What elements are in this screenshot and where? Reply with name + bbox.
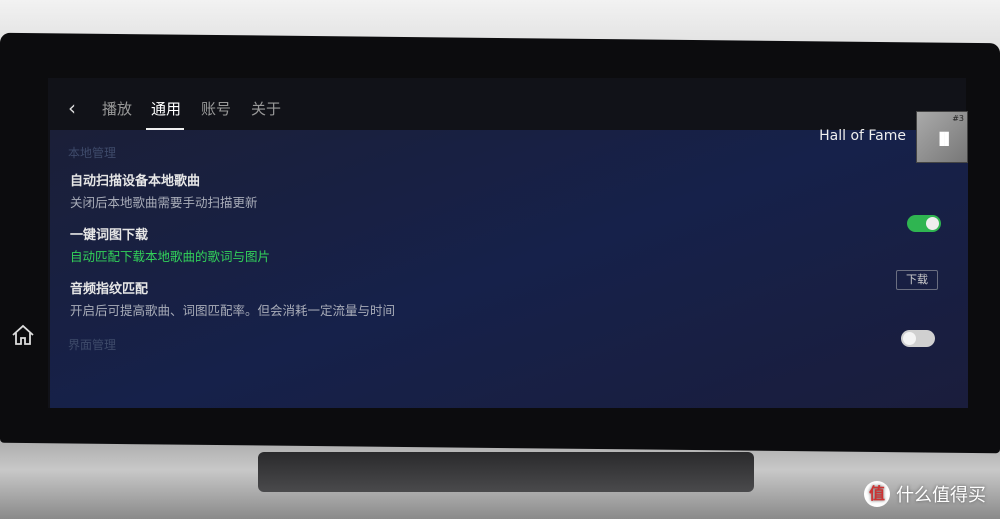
- equalizer-icon: ▐▌: [935, 132, 954, 146]
- setting-lyrics-download-title: 一键词图下载: [70, 228, 149, 243]
- section-local-management: 本地管理: [68, 146, 117, 160]
- watermark-logo: 值: [864, 481, 890, 507]
- chevron-left-icon[interactable]: ‹: [68, 96, 76, 120]
- audio-fingerprint-toggle[interactable]: [901, 330, 935, 347]
- setting-lyrics-download-subtitle: 自动匹配下载本地歌曲的歌词与图片: [70, 249, 271, 264]
- top-bar: ‹ 播放 通用 账号 关于: [48, 78, 966, 133]
- display-stand: [258, 452, 754, 492]
- setting-audio-fingerprint-title: 音频指纹匹配: [70, 282, 149, 297]
- section-ui-management: 界面管理: [68, 338, 117, 352]
- tab-general[interactable]: 通用: [151, 98, 181, 119]
- watermark-text: 什么值得买: [896, 485, 986, 506]
- settings-panel: 本地管理 自动扫描设备本地歌曲 关闭后本地歌曲需要手动扫描更新 一键词图下载 自…: [50, 130, 968, 408]
- auto-scan-toggle[interactable]: [907, 215, 941, 232]
- setting-auto-scan-subtitle: 关闭后本地歌曲需要手动扫描更新: [70, 195, 258, 210]
- setting-auto-scan-title: 自动扫描设备本地歌曲: [70, 174, 201, 189]
- download-button[interactable]: 下载: [896, 270, 938, 290]
- album-cover[interactable]: #3 ▐▌: [916, 111, 968, 163]
- infotainment-screen: ‹ 播放 通用 账号 关于 本地管理 自动扫描设备本地歌曲 关闭后本地歌曲需要手…: [48, 78, 968, 408]
- toggle-knob: [903, 332, 916, 345]
- tab-account[interactable]: 账号: [201, 98, 231, 119]
- cover-number: #3: [952, 114, 964, 123]
- tab-playback[interactable]: 播放: [102, 98, 132, 119]
- home-icon[interactable]: [10, 322, 36, 348]
- now-playing-title[interactable]: Hall of Fame: [819, 128, 906, 144]
- toggle-knob: [926, 217, 939, 230]
- watermark: 值 什么值得买: [864, 481, 986, 507]
- setting-audio-fingerprint-subtitle: 开启后可提高歌曲、词图匹配率。但会消耗一定流量与时间: [70, 303, 396, 318]
- tab-about[interactable]: 关于: [251, 98, 281, 119]
